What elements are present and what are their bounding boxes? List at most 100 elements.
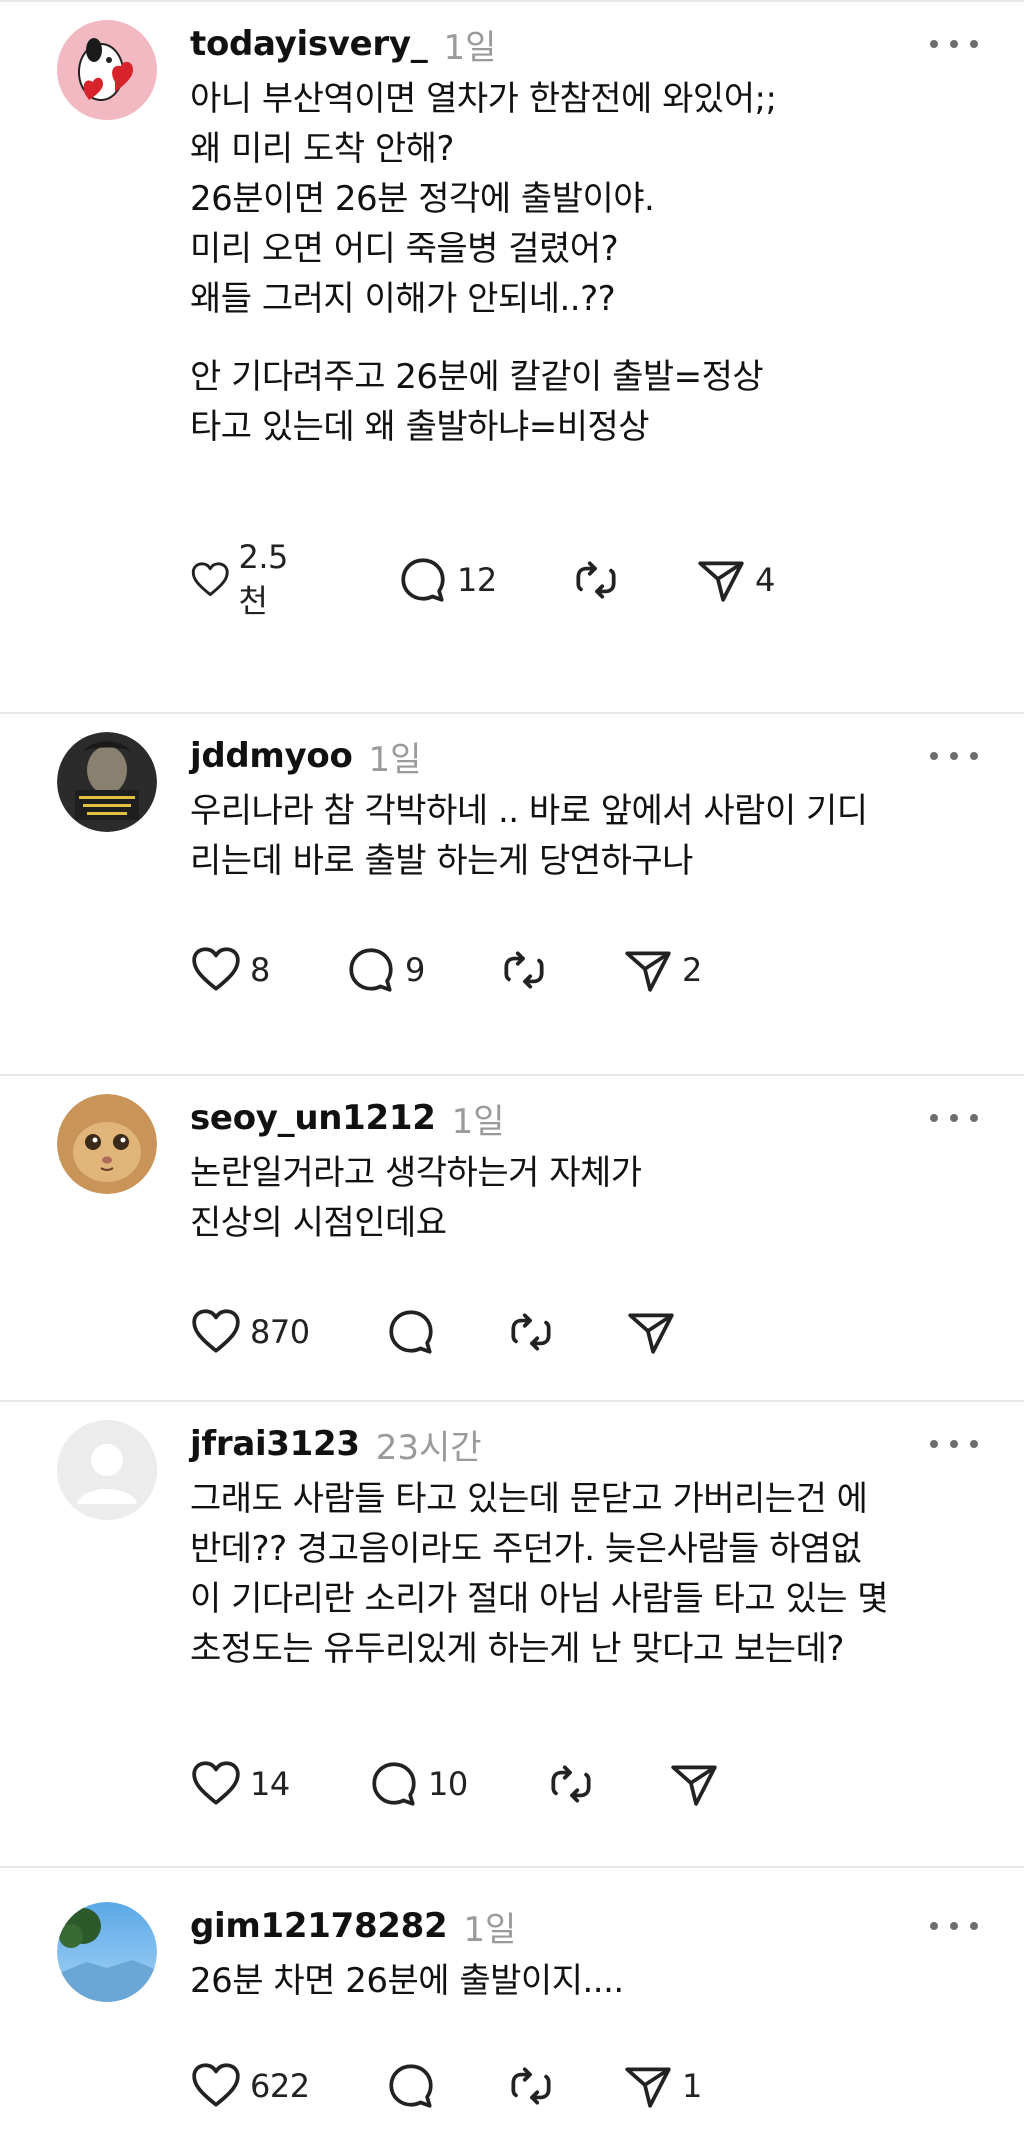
like-count: 2.5천 xyxy=(238,538,288,620)
comment-count: 9 xyxy=(405,951,425,989)
repost-icon xyxy=(498,944,550,996)
repost-icon xyxy=(505,1306,557,1358)
send-icon xyxy=(622,944,674,996)
post-header: jfrai3123 23시간 xyxy=(190,1414,482,1474)
repost-button[interactable] xyxy=(505,2056,557,2116)
share-button[interactable]: 2 xyxy=(622,940,702,1000)
share-button[interactable]: 4 xyxy=(695,550,775,610)
post-text: 아니 부산역이면 열차가 한참전에 와있어;; 왜 미리 도착 안해? 26분이… xyxy=(190,74,777,452)
post-gim12178282: gim12178282 1일 26분 차면 26분에 출발이지.... 622 … xyxy=(0,1866,1024,2145)
text-line: 초정도는 유두리있게 하는게 난 맞다고 보는데? xyxy=(190,1629,844,1669)
like-count: 870 xyxy=(250,1313,310,1351)
text-line: 그래도 사람들 타고 있는데 문닫고 가버리는건 에 xyxy=(190,1479,868,1519)
post-seoy-un1212: seoy_un1212 1일 논란일거라고 생각하는거 자체가 진상의 시점인데… xyxy=(0,1074,1024,1400)
post-header: todayisvery_ 1일 xyxy=(190,14,496,74)
like-button[interactable]: 870 xyxy=(190,1302,310,1362)
share-count: 1 xyxy=(682,2067,702,2105)
comment-icon xyxy=(385,1306,437,1358)
like-button[interactable]: 2.5천 xyxy=(190,538,299,620)
post-header: jddmyoo 1일 xyxy=(190,726,421,786)
text-line: 타고 있는데 왜 출발하냐=비정상 xyxy=(190,407,650,447)
text-line: 우리나라 참 각박하네 .. 바로 앞에서 사람이 기디 xyxy=(190,791,868,831)
landscape-avatar[interactable] xyxy=(57,1902,157,2002)
post-text: 우리나라 참 각박하네 .. 바로 앞에서 사람이 기디 리는데 바로 출발 하… xyxy=(190,786,868,886)
heart-icon xyxy=(190,944,242,996)
username[interactable]: todayisvery_ xyxy=(190,24,428,64)
send-icon xyxy=(695,554,747,606)
post-jfrai3123: jfrai3123 23시간 그래도 사람들 타고 있는데 문닫고 가버리는건 … xyxy=(0,1400,1024,1866)
share-count: 2 xyxy=(682,951,702,989)
share-button[interactable] xyxy=(668,1754,720,1814)
more-options-icon[interactable] xyxy=(930,746,978,766)
username[interactable]: gim12178282 xyxy=(190,1906,448,1946)
post-header: seoy_un1212 1일 xyxy=(190,1088,504,1148)
comment-count: 10 xyxy=(428,1765,468,1803)
heart-icon xyxy=(190,1758,242,1810)
text-line: 미리 오면 어디 죽을병 걸렸어? xyxy=(190,229,619,269)
repost-icon xyxy=(545,1758,597,1810)
more-options-icon[interactable] xyxy=(930,1916,978,1936)
comment-icon xyxy=(368,1758,420,1810)
post-time: 23시간 xyxy=(375,1427,482,1468)
username[interactable]: seoy_un1212 xyxy=(190,1098,436,1138)
share-button[interactable] xyxy=(625,1302,677,1362)
repost-button[interactable] xyxy=(545,1754,597,1814)
comment-button[interactable] xyxy=(385,1302,437,1362)
comment-icon xyxy=(397,554,449,606)
send-icon xyxy=(668,1758,720,1810)
text-line: 반데?? 경고음이라도 주던가. 늦은사람들 하염없 xyxy=(190,1529,862,1569)
comment-button[interactable]: 10 xyxy=(368,1754,468,1814)
comment-button[interactable]: 9 xyxy=(345,940,425,1000)
post-time: 1일 xyxy=(451,1101,505,1142)
comment-button[interactable] xyxy=(385,2056,437,2116)
like-button[interactable]: 14 xyxy=(190,1754,290,1814)
post-time: 1일 xyxy=(463,1909,517,1950)
default-user-avatar[interactable] xyxy=(57,1420,157,1520)
text-line: 진상의 시점인데요 xyxy=(190,1203,447,1243)
post-text: 26분 차면 26분에 출발이지.... xyxy=(190,1956,624,2006)
post-text: 그래도 사람들 타고 있는데 문닫고 가버리는건 에 반데?? 경고음이라도 주… xyxy=(190,1474,889,1674)
share-count: 4 xyxy=(755,561,775,599)
repost-button[interactable] xyxy=(570,550,622,610)
text-line: 26분이면 26분 정각에 출발이야. xyxy=(190,179,655,219)
like-count: 8 xyxy=(250,951,270,989)
cat-avatar[interactable] xyxy=(57,1094,157,1194)
snoopy-heart-avatar[interactable] xyxy=(57,20,157,120)
post-time: 1일 xyxy=(368,739,422,780)
comment-count: 12 xyxy=(457,561,497,599)
like-button[interactable]: 622 xyxy=(190,2056,310,2116)
text-line: 왜들 그러지 이해가 안되네..?? xyxy=(190,279,616,319)
more-options-icon[interactable] xyxy=(930,1434,978,1454)
repost-icon xyxy=(505,2060,557,2112)
repost-button[interactable] xyxy=(498,940,550,1000)
repost-button[interactable] xyxy=(505,1302,557,1362)
send-icon xyxy=(622,2060,674,2112)
post-jddmyoo: jddmyoo 1일 우리나라 참 각박하네 .. 바로 앞에서 사람이 기디 … xyxy=(0,712,1024,1074)
username[interactable]: jddmyoo xyxy=(190,736,353,776)
heart-icon xyxy=(190,554,230,606)
comment-icon xyxy=(385,2060,437,2112)
more-options-icon[interactable] xyxy=(930,34,978,54)
comment-icon xyxy=(345,944,397,996)
text-line: 아니 부산역이면 열차가 한참전에 와있어;; xyxy=(190,79,777,119)
text-line: 왜 미리 도착 안해? xyxy=(190,129,454,169)
share-button[interactable]: 1 xyxy=(622,2056,702,2116)
username[interactable]: jfrai3123 xyxy=(190,1424,360,1464)
heart-icon xyxy=(190,2060,242,2112)
more-options-icon[interactable] xyxy=(930,1108,978,1128)
post-text: 논란일거라고 생각하는거 자체가 진상의 시점인데요 xyxy=(190,1148,642,1248)
post-time: 1일 xyxy=(443,27,497,68)
like-count: 14 xyxy=(250,1765,290,1803)
portrait-avatar[interactable] xyxy=(57,732,157,832)
text-line: 이 기다리란 소리가 절대 아님 사람들 타고 있는 몇 xyxy=(190,1579,889,1619)
send-icon xyxy=(625,1306,677,1358)
text-line: 논란일거라고 생각하는거 자체가 xyxy=(190,1153,642,1193)
heart-icon xyxy=(190,1306,242,1358)
text-line: 리는데 바로 출발 하는게 당연하구나 xyxy=(190,841,693,881)
post-header: gim12178282 1일 xyxy=(190,1896,516,1956)
text-line: 26분 차면 26분에 출발이지.... xyxy=(190,1961,624,2001)
like-button[interactable]: 8 xyxy=(190,940,270,1000)
post-todayisvery: todayisvery_ 1일 아니 부산역이면 열차가 한참전에 와있어;; … xyxy=(0,0,1024,712)
text-line: 안 기다려주고 26분에 칼같이 출발=정상 xyxy=(190,357,764,397)
comment-button[interactable]: 12 xyxy=(397,550,497,610)
